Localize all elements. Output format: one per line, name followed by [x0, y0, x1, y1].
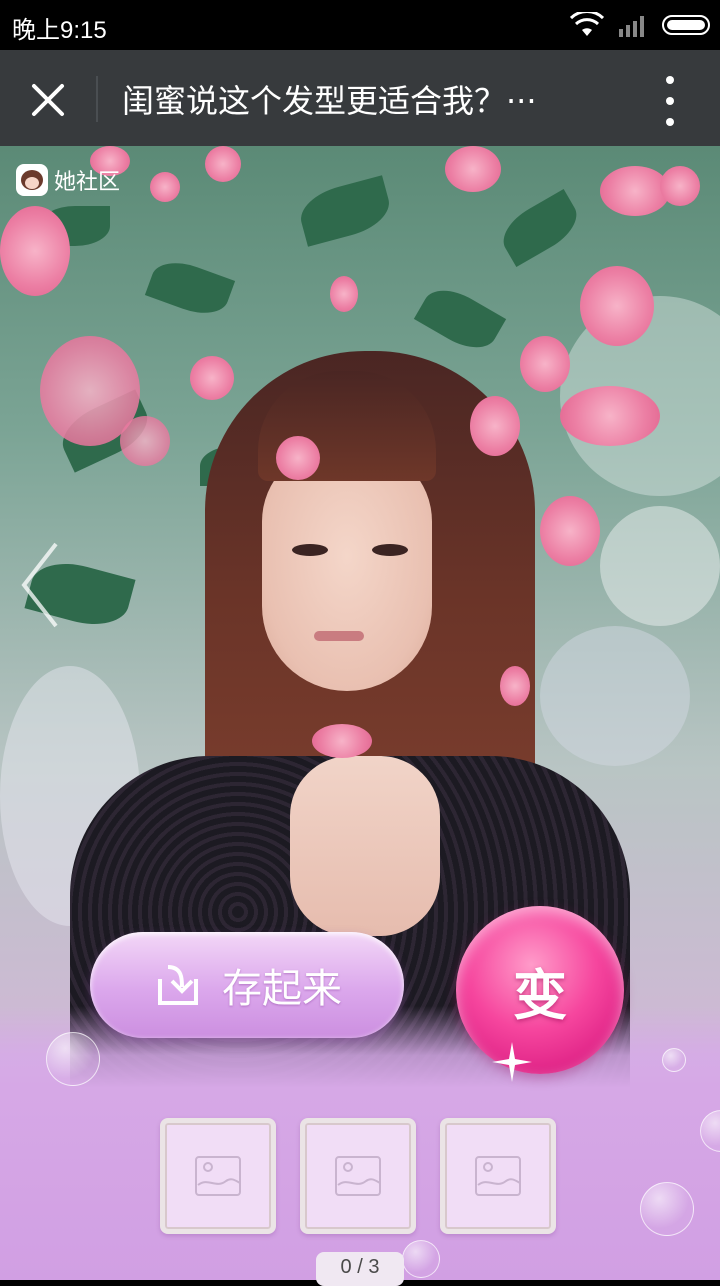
portrait-photo	[0, 146, 720, 1280]
decorative-bubble	[46, 1032, 100, 1086]
save-button-label: 存起来	[222, 966, 342, 1012]
status-time: 晚上9:15	[12, 17, 107, 44]
thumbnail-slot[interactable]	[440, 1118, 556, 1234]
decorative-bubble	[402, 1240, 440, 1278]
image-placeholder-icon	[195, 1156, 241, 1196]
decorative-bubble	[640, 1182, 694, 1236]
download-icon	[158, 965, 198, 1005]
brand-logo-icon	[16, 164, 48, 196]
image-placeholder-icon	[335, 1156, 381, 1196]
close-icon[interactable]	[22, 74, 74, 126]
wifi-icon	[570, 12, 604, 36]
nav-bar: 闺蜜说这个发型更适合我？···	[0, 50, 720, 146]
transform-button[interactable]: 变	[456, 906, 624, 1074]
status-bar: 晚上9:15	[0, 0, 720, 50]
save-button[interactable]: 存起来	[90, 932, 404, 1038]
thumbnail-slot[interactable]	[300, 1118, 416, 1234]
more-vertical-icon[interactable]	[640, 76, 700, 126]
decorative-bubble	[662, 1048, 686, 1072]
nav-divider	[96, 76, 98, 122]
transform-button-label: 变	[513, 963, 567, 1027]
page-indicator: 0 / 3	[316, 1252, 404, 1286]
page-title: 闺蜜说这个发型更适合我？···	[122, 82, 537, 120]
image-placeholder-icon	[475, 1156, 521, 1196]
chevron-left-icon[interactable]	[18, 540, 62, 630]
watermark: 她社区	[16, 164, 120, 196]
battery-icon	[662, 15, 710, 35]
sparkle-icon	[492, 1042, 532, 1082]
watermark-text: 她社区	[54, 170, 121, 195]
status-icons	[570, 10, 710, 40]
thumbnail-slot[interactable]	[160, 1118, 276, 1234]
signal-icon	[619, 16, 644, 37]
thumbnail-strip	[160, 1118, 560, 1234]
